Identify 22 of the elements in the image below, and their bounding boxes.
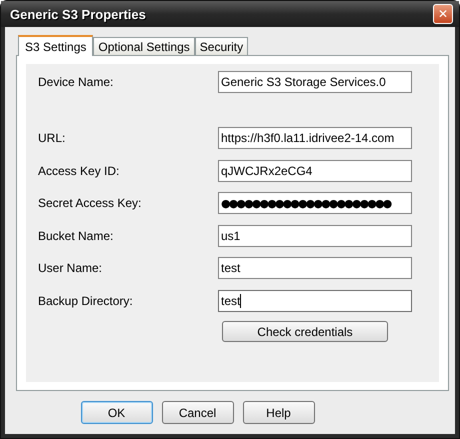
check-credentials-button[interactable]: Check credentials (222, 321, 388, 342)
dialog-button[interactable]: OK (80, 401, 152, 424)
tab[interactable]: Security (194, 37, 248, 55)
field-label: URL: (38, 131, 66, 145)
input-field[interactable]: qJWCJRx2eCG4 (218, 160, 412, 182)
input-field[interactable]: Generic S3 Storage Services.0 (218, 71, 412, 93)
field-label: Access Key ID: (38, 164, 120, 178)
password-field[interactable]: ●●●●●●●●●●●●●●●●●●●●●● (218, 192, 412, 214)
field-label: Backup Directory: (38, 294, 134, 308)
tab[interactable]: Optional Settings (93, 37, 195, 55)
input-field[interactable]: test (218, 290, 412, 312)
dialog-button[interactable]: Help (242, 401, 314, 424)
window-title: Generic S3 Properties (10, 6, 146, 22)
input-field[interactable]: https://h3f0.la11.idrivee2-14.com (218, 127, 412, 149)
input-field[interactable]: us1 (218, 224, 412, 246)
field-label: User Name: (38, 261, 104, 275)
dialog-button[interactable]: Cancel (162, 401, 234, 424)
field-label: Device Name: (38, 75, 114, 89)
field-label: Bucket Name: (38, 228, 114, 242)
tab[interactable]: S3 Settings (18, 35, 94, 56)
field-label: Secret Access Key: (38, 196, 142, 210)
input-field[interactable]: test (218, 257, 412, 279)
